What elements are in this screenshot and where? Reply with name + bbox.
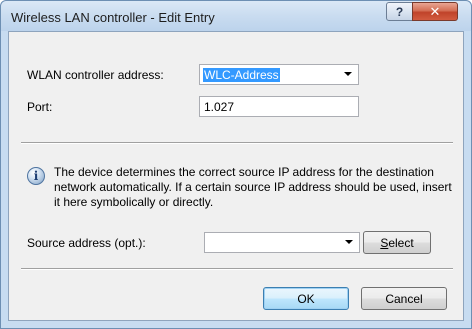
help-icon: ? (395, 4, 404, 19)
title-bar[interactable]: Wireless LAN controller - Edit Entry ? ✕ (1, 1, 471, 31)
chevron-down-icon[interactable] (344, 72, 352, 76)
select-button-mnemonic: S (380, 235, 389, 250)
port-value: 1.027 (204, 100, 235, 114)
close-icon: ✕ (429, 3, 441, 19)
dialog-window: Wireless LAN controller - Edit Entry ? ✕… (0, 0, 472, 329)
separator (21, 142, 453, 144)
separator (21, 268, 453, 270)
cancel-button-label: Cancel (385, 291, 423, 306)
ok-button-label: OK (297, 291, 315, 306)
close-button[interactable]: ✕ (412, 2, 458, 21)
port-label: Port: (27, 100, 53, 114)
select-button-label: elect (388, 235, 414, 250)
help-button[interactable]: ? (386, 2, 413, 21)
cancel-button[interactable]: Cancel (361, 287, 447, 310)
info-icon: i (27, 167, 45, 185)
info-text: The device determines the correct source… (54, 165, 452, 209)
source-address-label: Source address (opt.): (27, 236, 146, 250)
select-button[interactable]: Select (363, 231, 431, 254)
controller-address-value: WLC-Address (203, 68, 280, 82)
port-input[interactable]: 1.027 (199, 96, 359, 117)
window-title: Wireless LAN controller - Edit Entry (11, 10, 215, 25)
controller-address-combobox[interactable]: WLC-Address (199, 64, 359, 85)
ok-button[interactable]: OK (263, 287, 349, 310)
source-address-combobox[interactable] (204, 232, 360, 253)
dialog-body: WLAN controller address: WLC-Address Por… (8, 31, 464, 321)
controller-address-label: WLAN controller address: (27, 68, 164, 82)
chevron-down-icon[interactable] (345, 240, 353, 244)
